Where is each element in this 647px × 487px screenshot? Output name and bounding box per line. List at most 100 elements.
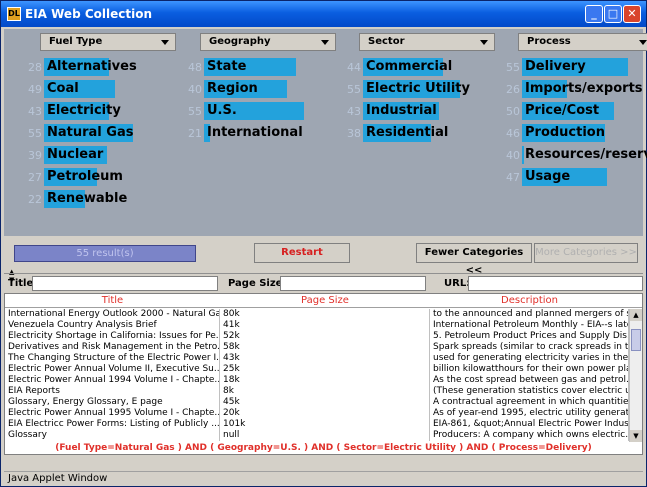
- table-row[interactable]: Electricity Shortage in California: Issu…: [5, 331, 629, 342]
- filter-fields-row: Title: Page Size: URL:: [4, 276, 643, 292]
- filter-column-fuel-type: Fuel Type 28 Alternatives 49 Coal 43 Electric…: [4, 29, 176, 236]
- filter-item[interactable]: 28 Alternatives: [4, 57, 164, 77]
- filter-item[interactable]: 55 U.S.: [164, 101, 324, 121]
- filter-item-count: 26: [506, 83, 520, 96]
- filter-item[interactable]: 21 International: [164, 123, 324, 143]
- table-row[interactable]: Electric Power Annual 1994 Volume I - Ch…: [5, 375, 629, 386]
- filter-item-count: 27: [28, 171, 42, 184]
- filter-item-count: 21: [188, 127, 202, 140]
- filter-item[interactable]: 50 Price/Cost: [482, 101, 642, 121]
- filter-item-label: International: [207, 125, 303, 140]
- filter-item-label: State: [207, 59, 247, 74]
- geography-dropdown[interactable]: Geography: [200, 33, 336, 51]
- filter-item-label: Renewable: [47, 191, 128, 206]
- column-header-title[interactable]: Title: [5, 295, 220, 306]
- table-row[interactable]: Electric Power Annual 1995 Volume I - Ch…: [5, 408, 629, 419]
- column-header-page-size[interactable]: Page Size: [220, 295, 430, 306]
- table-row[interactable]: Glossary null Producers: A company which o…: [5, 430, 629, 441]
- results-count: 55 result(s): [14, 245, 196, 262]
- cell-desc: As of year-end 1995, electric utility ge…: [430, 408, 629, 419]
- scroll-thumb[interactable]: [631, 329, 641, 351]
- filter-item[interactable]: 38 Residential: [323, 123, 483, 143]
- cell-desc: (These generation statistics cover elect…: [430, 386, 629, 397]
- cell-size: 101k: [220, 419, 430, 430]
- filter-item-label: Production: [525, 125, 605, 140]
- filter-item-label: Region: [207, 81, 258, 96]
- cell-desc: International Petroleum Monthly - EIA--s…: [430, 320, 629, 331]
- filter-item-bar: [522, 146, 524, 164]
- cell-size: null: [220, 430, 430, 441]
- filter-item[interactable]: 27 Petroleum: [4, 167, 164, 187]
- table-row[interactable]: International Energy Outlook 2000 - Natu…: [5, 309, 629, 320]
- cell-size: 58k: [220, 342, 430, 353]
- filter-item[interactable]: 40 Region: [164, 79, 324, 99]
- filter-item-count: 55: [347, 83, 361, 96]
- cell-title: Electric Power Annual 1995 Volume I - Ch…: [5, 408, 220, 419]
- url-field-label: URL:: [444, 278, 471, 289]
- dropdown-label: Sector: [368, 36, 405, 47]
- button-row: 55 result(s) Restart Fewer Categories <<…: [4, 239, 643, 276]
- filter-column-sector: Sector 44 Commercial 55 Electric Utility 43 I…: [323, 29, 495, 236]
- table-row[interactable]: Derivatives and Risk Management in the P…: [5, 342, 629, 353]
- cell-title: Venezuela Country Analysis Brief: [5, 320, 220, 331]
- filter-item-label: Residential: [366, 125, 449, 140]
- table-scrollbar[interactable]: ▲ ▼: [629, 309, 642, 442]
- table-row[interactable]: The Changing Structure of the Electric P…: [5, 353, 629, 364]
- page-size-field-label: Page Size:: [228, 278, 287, 289]
- filter-item[interactable]: 55 Natural Gas: [4, 123, 164, 143]
- cell-title: The Changing Structure of the Electric P…: [5, 353, 220, 364]
- cell-title: International Energy Outlook 2000 - Natu…: [5, 309, 220, 320]
- filter-item[interactable]: 22 Renewable: [4, 189, 164, 209]
- close-button[interactable]: ✕: [623, 5, 641, 23]
- filter-item[interactable]: 43 Industrial: [323, 101, 483, 121]
- fuel-type-dropdown[interactable]: Fuel Type: [40, 33, 176, 51]
- filter-item[interactable]: 43 Electricity: [4, 101, 164, 121]
- filter-item[interactable]: 49 Coal: [4, 79, 164, 99]
- table-row[interactable]: Electric Power Annual Volume II, Executi…: [5, 364, 629, 375]
- status-bar: Java Applet Window: [4, 471, 643, 485]
- column-header-description[interactable]: Description: [430, 295, 629, 306]
- filter-item-label: Usage: [525, 169, 571, 184]
- maximize-button[interactable]: □: [604, 5, 622, 23]
- table-row[interactable]: Venezuela Country Analysis Brief 41k Inter…: [5, 320, 629, 331]
- url-field[interactable]: [468, 276, 643, 291]
- page-size-field[interactable]: [280, 276, 426, 291]
- scroll-down-icon[interactable]: ▼: [630, 430, 642, 442]
- filter-item-count: 40: [506, 149, 520, 162]
- more-categories-button[interactable]: More Categories >>: [534, 243, 638, 263]
- filter-column-geography: Geography 48 State 40 Region 55 U.S. 21 Interna…: [164, 29, 336, 236]
- filter-item-count: 55: [506, 61, 520, 74]
- filter-item[interactable]: 48 State: [164, 57, 324, 77]
- table-row[interactable]: Glossary, Energy Glossary, E page 45k A co…: [5, 397, 629, 408]
- cell-size: 45k: [220, 397, 430, 408]
- table-row[interactable]: EIA Electricc Power Forms: Listing of Pu…: [5, 419, 629, 430]
- filter-item-count: 43: [28, 105, 42, 118]
- filter-item-label: Alternatives: [47, 59, 137, 74]
- filter-item[interactable]: 40 Resources/reserves: [482, 145, 647, 165]
- scroll-up-icon[interactable]: ▲: [630, 309, 642, 321]
- dropdown-label: Fuel Type: [49, 36, 103, 47]
- minimize-button[interactable]: _: [585, 5, 603, 23]
- restart-button[interactable]: Restart: [254, 243, 350, 263]
- table-row[interactable]: EIA Reports 8k (These generation statistic…: [5, 386, 629, 397]
- title-bar[interactable]: DL EIA Web Collection _ □ ✕: [1, 1, 646, 27]
- filter-item[interactable]: 46 Production: [482, 123, 642, 143]
- filter-item[interactable]: 26 Imports/exports: [482, 79, 643, 99]
- title-field[interactable]: [32, 276, 218, 291]
- process-dropdown[interactable]: Process: [518, 33, 647, 51]
- filter-item[interactable]: 55 Delivery: [482, 57, 642, 77]
- fewer-categories-button[interactable]: Fewer Categories <<: [416, 243, 532, 276]
- filter-item[interactable]: 47 Usage: [482, 167, 642, 187]
- filter-column-process: Process 55 Delivery 26 Imports/exports 50 Pri…: [482, 29, 647, 236]
- filter-item-count: 38: [347, 127, 361, 140]
- filter-item-label: Electricity: [47, 103, 121, 118]
- filter-item[interactable]: 39 Nuclear: [4, 145, 164, 165]
- sector-dropdown[interactable]: Sector: [359, 33, 495, 51]
- filter-item[interactable]: 44 Commercial: [323, 57, 483, 77]
- filter-item[interactable]: 55 Electric Utility: [323, 79, 483, 99]
- cell-size: 18k: [220, 375, 430, 386]
- dropdown-label: Geography: [209, 36, 271, 47]
- cell-desc: 5. Petroleum Product Prices and Supply D…: [430, 331, 629, 342]
- cell-size: 20k: [220, 408, 430, 419]
- cell-size: 43k: [220, 353, 430, 364]
